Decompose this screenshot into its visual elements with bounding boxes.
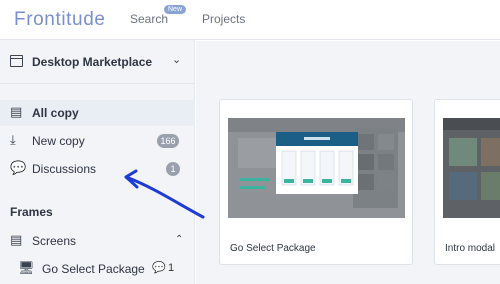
main-canvas: Go Select Package Intro modal <box>196 41 500 284</box>
frame-thumbnail <box>228 118 405 218</box>
top-bar: Frontitude Search New Projects <box>0 0 500 40</box>
screens-label: Screens <box>32 234 77 248</box>
screenshot-preview-icon <box>228 118 405 218</box>
sidebar-item-all-copy[interactable]: ▤ All copy <box>0 100 195 126</box>
sidebar-item-label: Discussions <box>32 162 97 176</box>
chevron-up-icon[interactable]: ⌃ <box>175 234 183 245</box>
frame-thumbnail <box>443 118 500 218</box>
project-name: Desktop Marketplace <box>32 55 153 69</box>
nav-projects-link[interactable]: Projects <box>202 12 245 26</box>
new-badge: New <box>164 5 187 14</box>
frame-card-intro-modal[interactable]: Intro modal <box>434 99 500 265</box>
sidebar-item-new-copy[interactable]: ⤓ New copy 166 <box>0 128 195 154</box>
sidebar-item-discussions[interactable]: 💬 Discussions 1 <box>0 156 195 182</box>
project-selector[interactable]: Desktop Marketplace ⌄ <box>0 40 195 84</box>
sidebar-item-screens[interactable]: ▤ Screens ⌃ <box>0 228 195 254</box>
screen-comment-count: 1 <box>168 262 175 274</box>
sidebar-item-go-select-package[interactable]: 🖥 Go Select Package 💬 1 <box>0 256 195 282</box>
frame-card-title: Go Select Package <box>230 243 316 254</box>
chat-bubbles-icon: 💬 <box>10 160 27 175</box>
app-logo[interactable]: Frontitude <box>14 9 106 31</box>
screen-item-label: Go Select Package <box>42 262 145 276</box>
comment-icon: 💬 <box>152 262 166 274</box>
frame-card-go-select-package[interactable]: Go Select Package <box>219 99 413 265</box>
monitor-icon: 🖥 <box>18 260 35 275</box>
document-icon: ▤ <box>10 104 23 119</box>
window-icon <box>10 55 23 67</box>
sidebar: Desktop Marketplace ⌄ ▤ All copy ⤓ New c… <box>0 40 195 284</box>
screenshot-preview-icon <box>443 118 500 218</box>
frames-heading: Frames <box>10 205 53 219</box>
new-copy-count-badge: 166 <box>157 134 179 148</box>
sidebar-item-label: New copy <box>32 134 85 148</box>
nav-search-link[interactable]: Search <box>130 12 168 26</box>
chevron-down-icon[interactable]: ⌄ <box>172 53 181 66</box>
document-icon: ▤ <box>10 232 23 247</box>
frame-card-title: Intro modal <box>445 243 496 254</box>
sidebar-item-label: All copy <box>32 106 79 120</box>
download-icon: ⤓ <box>10 132 16 147</box>
discussions-count-badge: 1 <box>166 162 180 176</box>
